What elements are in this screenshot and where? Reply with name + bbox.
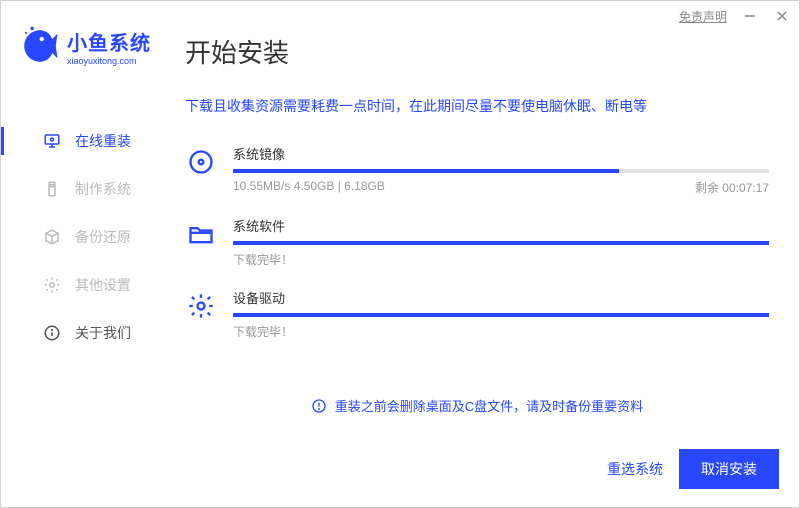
page-title: 开始安装 [185,33,769,70]
progress-fill [233,241,769,245]
minimize-icon [744,10,756,22]
sidebar: 小鱼系统 xiaoyuxitong.com 在线重装 制作系统 [1,31,161,449]
folder-icon [185,218,217,250]
logo: 小鱼系统 xiaoyuxitong.com [1,25,161,87]
disclaimer-link[interactable]: 免责声明 [679,8,727,25]
warning-row: 重装之前会删除桌面及C盘文件，请及时备份重要资料 [185,396,769,415]
progress-meta-left: 下载完毕！ [233,251,293,268]
warning-icon [311,398,327,414]
cancel-install-button[interactable]: 取消安装 [679,449,779,489]
progress-label: 系统镜像 [233,144,769,163]
close-icon [776,10,788,22]
fish-logo-icon [19,25,61,67]
usb-icon [43,180,61,198]
gear-icon [185,290,217,322]
gear-icon [43,276,61,294]
progress-label: 系统软件 [233,216,769,235]
progress-meta-left: 10.55MB/s 4.50GB | 6.18GB [233,179,385,196]
cube-icon [43,228,61,246]
progress-device-drivers: 设备驱动 下载完毕！ [185,288,769,340]
reselect-system-button[interactable]: 重选系统 [607,459,663,479]
progress-meta-right: 剩余 00:07:17 [695,179,769,196]
main-panel: 开始安装 下载且收集资源需要耗费一点时间，在此期间尽量不要使电脑休眠、断电等 系… [161,31,799,449]
nav-label: 在线重装 [75,131,131,151]
progress-label: 设备驱动 [233,288,769,307]
monitor-icon [43,132,61,150]
nav-make-system[interactable]: 制作系统 [1,165,161,213]
progress-bar [233,313,769,317]
nav-backup-restore[interactable]: 备份还原 [1,213,161,261]
logo-title: 小鱼系统 [67,27,151,56]
nav: 在线重装 制作系统 备份还原 [1,117,161,357]
nav-about-us[interactable]: 关于我们 [1,309,161,357]
nav-label: 制作系统 [75,179,131,199]
progress-system-software: 系统软件 下载完毕！ [185,216,769,268]
progress-fill [233,169,619,173]
app-window: { "titlebar": { "disclaimer": "免责声明" }, … [0,0,800,508]
warning-text: 重装之前会删除桌面及C盘文件，请及时备份重要资料 [335,396,643,415]
tip-text: 下载且收集资源需要耗费一点时间，在此期间尽量不要使电脑休眠、断电等 [185,96,769,116]
progress-system-image: 系统镜像 10.55MB/s 4.50GB | 6.18GB 剩余 00:07:… [185,144,769,196]
content-area: 小鱼系统 xiaoyuxitong.com 在线重装 制作系统 [1,31,799,449]
progress-bar [233,241,769,245]
disc-icon [185,146,217,178]
nav-label: 其他设置 [75,275,131,295]
info-icon [43,324,61,342]
progress-bar [233,169,769,173]
nav-other-settings[interactable]: 其他设置 [1,261,161,309]
nav-online-reinstall[interactable]: 在线重装 [1,117,161,165]
close-button[interactable] [773,7,791,25]
nav-label: 备份还原 [75,227,131,247]
logo-subtitle: xiaoyuxitong.com [67,56,151,66]
footer: 重选系统 取消安装 [1,449,799,507]
nav-label: 关于我们 [75,323,131,343]
progress-fill [233,313,769,317]
minimize-button[interactable] [741,7,759,25]
progress-meta-left: 下载完毕！ [233,323,293,340]
